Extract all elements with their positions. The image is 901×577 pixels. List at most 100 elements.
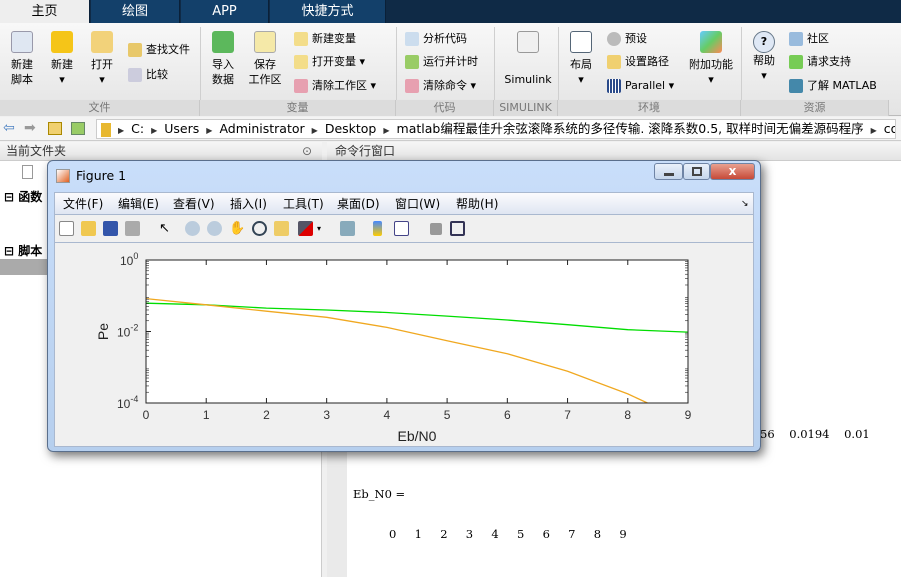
crumb[interactable]: Administrator [219, 121, 304, 136]
group-file: 文件 [0, 100, 200, 116]
figure-title: Figure 1 [76, 168, 127, 183]
data-cursor-icon[interactable] [274, 221, 289, 236]
tab-apps[interactable]: APP [181, 0, 269, 23]
find-files-button[interactable]: 查找文件 [128, 43, 190, 57]
preferences-button[interactable]: 预设 [607, 32, 647, 46]
open-variable-icon [294, 55, 308, 69]
save-workspace-button[interactable]: 保存 工作区 [245, 31, 285, 87]
support-icon [789, 55, 803, 69]
close-button[interactable]: x [710, 163, 755, 180]
back-icon[interactable]: ⇦ [3, 120, 15, 136]
ribbon: 新建 脚本 新建 ▾ 打开 ▾ 查找文件 比较 文件 导入 数据 保存 工作区 新建… [0, 23, 901, 116]
x-tick-label: 7 [564, 408, 571, 422]
figure-window: Figure 1 x 文件(F) 编辑(E) 查看(V) 插入(I) 工具(T)… [47, 160, 761, 452]
open-variable-button[interactable]: 打开变量 ▾ [294, 55, 365, 69]
path-field[interactable]: ▶ C: ▶ Users ▶ Administrator ▶ Desktop ▶ matlab编程… [96, 119, 896, 139]
browse-folder-icon[interactable] [71, 122, 85, 135]
menu-edit[interactable]: 编辑(E) [118, 193, 159, 216]
simulink-button[interactable]: Simulink [500, 31, 556, 87]
import-data-button[interactable]: 导入 数据 [207, 31, 239, 87]
section-scripts[interactable]: ⊟ 脚本 [4, 242, 42, 259]
menu-view[interactable]: 查看(V) [173, 193, 215, 216]
tab-home[interactable]: 主页 [0, 0, 90, 23]
clear-commands-button[interactable]: 清除命令 ▾ [405, 79, 476, 93]
parallel-button[interactable]: Parallel ▾ [607, 79, 674, 93]
save-icon[interactable] [103, 221, 118, 236]
new-button[interactable]: 新建 ▾ [46, 31, 78, 87]
current-folder-header: 当前文件夹 ⊙ [0, 142, 322, 161]
request-support-button[interactable]: 请求支持 [789, 55, 851, 69]
up-folder-icon[interactable] [48, 122, 62, 135]
menu-tools[interactable]: 工具(T) [283, 193, 324, 216]
zoom-out-icon[interactable] [207, 221, 222, 236]
new-variable-button[interactable]: 新建变量 [294, 32, 356, 46]
menu-insert[interactable]: 插入(I) [230, 193, 267, 216]
folder-icon [91, 31, 113, 53]
x-tick-label: 9 [685, 408, 692, 422]
group-code: 代码 [396, 100, 494, 116]
layout-icon [570, 31, 592, 53]
maximize-button[interactable] [683, 163, 710, 180]
menu-desktop[interactable]: 桌面(D) [337, 193, 380, 216]
crumb[interactable]: Users [164, 121, 199, 136]
section-functions[interactable]: ⊟ 函数 [4, 188, 42, 205]
tab-shortcuts[interactable]: 快捷方式 [270, 0, 386, 23]
link-icon[interactable] [340, 221, 355, 236]
brush-icon[interactable] [298, 221, 313, 236]
clear-workspace-button[interactable]: 清除工作区 ▾ [294, 79, 376, 93]
folder-icon [101, 122, 111, 137]
dock-icon[interactable] [450, 221, 465, 236]
add-ons-button[interactable]: 附加功能 ▾ [686, 31, 736, 87]
ribbon-tabs: 主页 绘图 APP 快捷方式 [0, 0, 901, 23]
crumb[interactable]: code [884, 121, 895, 136]
figure-menubar: 文件(F) 编辑(E) 查看(V) 插入(I) 工具(T) 桌面(D) 窗口(W… [54, 192, 754, 215]
learn-matlab-button[interactable]: 了解 MATLAB [789, 79, 877, 93]
plot-area [146, 260, 688, 403]
layout-button[interactable]: 布局 ▾ [566, 31, 596, 87]
dock-arrow-icon[interactable]: ↘ [741, 193, 749, 216]
file-icon [22, 165, 33, 179]
group-resources: 资源 [741, 100, 889, 116]
menu-window[interactable]: 窗口(W) [395, 193, 440, 216]
new-script-icon [11, 31, 33, 53]
analyze-code-button[interactable]: 分析代码 [405, 32, 467, 46]
analyze-code-icon [405, 32, 419, 46]
x-tick-label: 3 [323, 408, 330, 422]
menu-help[interactable]: 帮助(H) [456, 193, 498, 216]
new-figure-icon[interactable] [59, 221, 74, 236]
print-icon[interactable] [125, 221, 140, 236]
set-path-button[interactable]: 设置路径 [607, 55, 669, 69]
legend-icon[interactable] [394, 221, 409, 236]
pan-icon[interactable]: ✋ [229, 221, 245, 236]
minimize-button[interactable] [654, 163, 683, 180]
rotate-icon[interactable] [252, 221, 267, 236]
new-script-button[interactable]: 新建 脚本 [6, 31, 38, 87]
crumb[interactable]: matlab编程最佳升余弦滚降系统的多径传输. 滚降系数0.5, 取样时间无偏差… [397, 121, 864, 136]
group-variable: 变量 [200, 100, 396, 116]
help-button[interactable]: ? 帮助 ▾ [749, 31, 779, 83]
hide-tools-icon[interactable] [430, 223, 442, 235]
eraser-icon [405, 79, 419, 93]
y-tick-label: 10-4 [117, 394, 138, 411]
parallel-icon [607, 79, 621, 93]
add-ons-icon [700, 31, 722, 53]
colorbar-icon[interactable] [373, 221, 382, 236]
community-button[interactable]: 社区 [789, 32, 829, 46]
crumb[interactable]: C: [131, 121, 144, 136]
open-button[interactable]: 打开 ▾ [86, 31, 118, 87]
open-icon[interactable] [81, 221, 96, 236]
crumb[interactable]: Desktop [325, 121, 377, 136]
plus-icon [51, 31, 73, 53]
x-axis-label: Eb/N0 [398, 428, 437, 444]
menu-file[interactable]: 文件(F) [63, 193, 103, 216]
run-and-time-button[interactable]: 运行并计时 [405, 55, 478, 69]
panel-menu-icon[interactable]: ⊙ [302, 142, 312, 161]
zoom-in-icon[interactable] [185, 221, 200, 236]
pointer-icon[interactable]: ↖ [159, 221, 174, 236]
tab-plots[interactable]: 绘图 [91, 0, 180, 23]
group-simulink: SIMULINK [494, 100, 558, 116]
brush-dropdown-icon[interactable]: ▾ [317, 221, 332, 236]
x-tick-label: 4 [384, 408, 391, 422]
forward-icon[interactable]: ➡ [24, 120, 36, 136]
compare-button[interactable]: 比较 [128, 68, 168, 82]
